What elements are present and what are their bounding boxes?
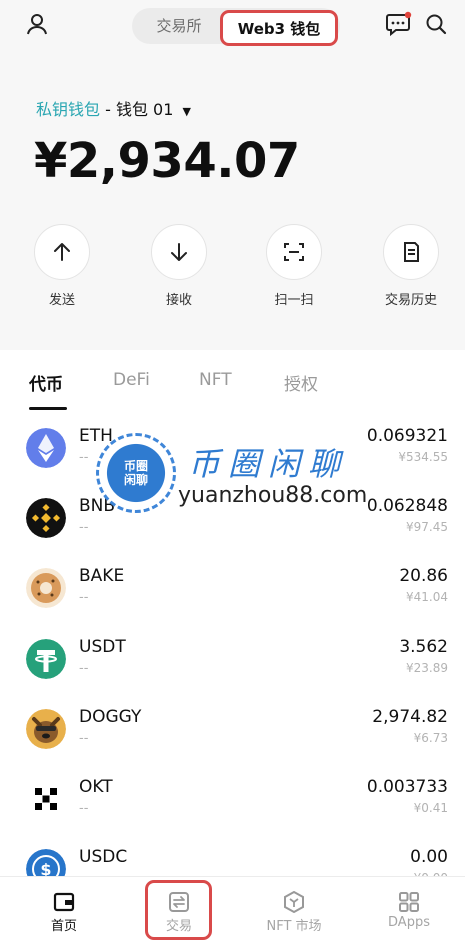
top-bar: 交易所 Web3 钱包	[0, 0, 465, 54]
token-amount: 0.062848	[366, 496, 448, 516]
mode-switch: 交易所 Web3 钱包	[132, 8, 340, 46]
arrow-up-icon	[34, 224, 90, 280]
grid-icon	[398, 891, 420, 913]
token-symbol: DOGGY	[79, 707, 142, 727]
user-icon[interactable]	[24, 11, 50, 37]
receive-button[interactable]: 接收	[149, 224, 209, 308]
doggy-logo-icon	[26, 709, 66, 749]
token-row-bnb[interactable]: BNB -- 0.062848 ¥97.45	[0, 492, 465, 562]
tab-web3-wallet[interactable]: Web3 钱包	[220, 10, 338, 46]
token-symbol: BNB	[79, 496, 116, 516]
token-row-doggy[interactable]: DOGGY -- 2,974.82 ¥6.73	[0, 703, 465, 773]
token-amount: 2,974.82	[372, 707, 448, 727]
token-amount: 0.069321	[366, 426, 448, 446]
caret-down-icon: ▼	[182, 105, 191, 118]
usdt-logo-icon	[26, 639, 66, 679]
search-icon[interactable]	[423, 11, 449, 37]
arrow-down-icon	[151, 224, 207, 280]
token-row-eth[interactable]: ETH -- 0.069321 ¥534.55	[0, 422, 465, 492]
nav-nft-market[interactable]: NFT 市场	[236, 877, 352, 948]
token-symbol: OKT	[79, 777, 113, 797]
total-balance: ¥2,934.07	[34, 133, 300, 189]
token-value: ¥6.73	[413, 731, 448, 745]
history-icon	[383, 224, 439, 280]
nav-nft-label: NFT 市场	[266, 919, 322, 934]
token-subtitle: --	[79, 731, 89, 746]
token-amount: 0.00	[410, 847, 448, 867]
bnb-logo-icon	[26, 498, 66, 538]
okt-logo-icon	[26, 779, 66, 819]
send-label: 发送	[48, 293, 75, 308]
scan-label: 扫一扫	[274, 293, 314, 308]
bottom-nav: 首页 交易 NFT 市场 DApps	[0, 876, 465, 948]
token-symbol: BAKE	[79, 566, 125, 586]
token-value: ¥23.89	[406, 661, 448, 675]
token-row-bake[interactable]: BAKE -- 20.86 ¥41.04	[0, 562, 465, 632]
wallet-name-label: - 钱包 01	[100, 100, 174, 119]
wallet-type-label: 私钥钱包	[36, 100, 101, 119]
history-label: 交易历史	[384, 293, 437, 308]
token-value: ¥41.04	[406, 590, 448, 604]
token-symbol: ETH	[79, 426, 113, 446]
token-subtitle: --	[79, 450, 89, 465]
token-amount: 3.562	[399, 637, 448, 657]
tab-nft[interactable]: NFT	[199, 370, 232, 390]
eth-logo-icon	[26, 428, 66, 468]
token-subtitle: --	[79, 520, 89, 535]
receive-label: 接收	[165, 293, 192, 308]
token-subtitle: --	[79, 590, 89, 605]
nav-dapps-label: DApps	[388, 915, 430, 930]
token-symbol: USDT	[79, 637, 126, 657]
token-amount: 0.003733	[366, 777, 448, 797]
wallet-selector[interactable]: 私钥钱包 - 钱包 01 ▼	[36, 96, 191, 120]
tab-defi[interactable]: DeFi	[113, 370, 150, 390]
trade-highlight-box	[145, 880, 212, 940]
token-subtitle: --	[79, 661, 89, 676]
message-icon[interactable]	[386, 11, 412, 37]
asset-tabs: 代币 DeFi NFT 授权	[0, 350, 465, 412]
token-value: ¥534.55	[398, 450, 448, 464]
token-amount: 20.86	[399, 566, 448, 586]
token-value: ¥97.45	[406, 520, 448, 534]
token-value: ¥0.41	[413, 801, 448, 815]
token-symbol: USDC	[79, 847, 128, 867]
tab-exchange[interactable]: 交易所	[140, 8, 218, 44]
token-subtitle: --	[79, 801, 89, 816]
scan-icon	[266, 224, 322, 280]
nav-dapps[interactable]: DApps	[351, 877, 465, 948]
send-button[interactable]: 发送	[32, 224, 92, 308]
wallet-icon	[53, 891, 75, 913]
nav-home-label: 首页	[50, 919, 77, 934]
history-button[interactable]: 交易历史	[381, 224, 441, 308]
token-row-usdt[interactable]: USDT -- 3.562 ¥23.89	[0, 633, 465, 703]
token-row-okt[interactable]: OKT -- 0.003733 ¥0.41	[0, 773, 465, 843]
bake-logo-icon	[26, 568, 66, 608]
nft-icon	[283, 891, 305, 913]
active-tab-indicator	[29, 407, 67, 410]
nav-home[interactable]: 首页	[6, 877, 122, 948]
scan-button[interactable]: 扫一扫	[264, 224, 324, 308]
tab-approvals[interactable]: 授权	[284, 370, 318, 395]
tab-tokens[interactable]: 代币	[29, 370, 63, 395]
